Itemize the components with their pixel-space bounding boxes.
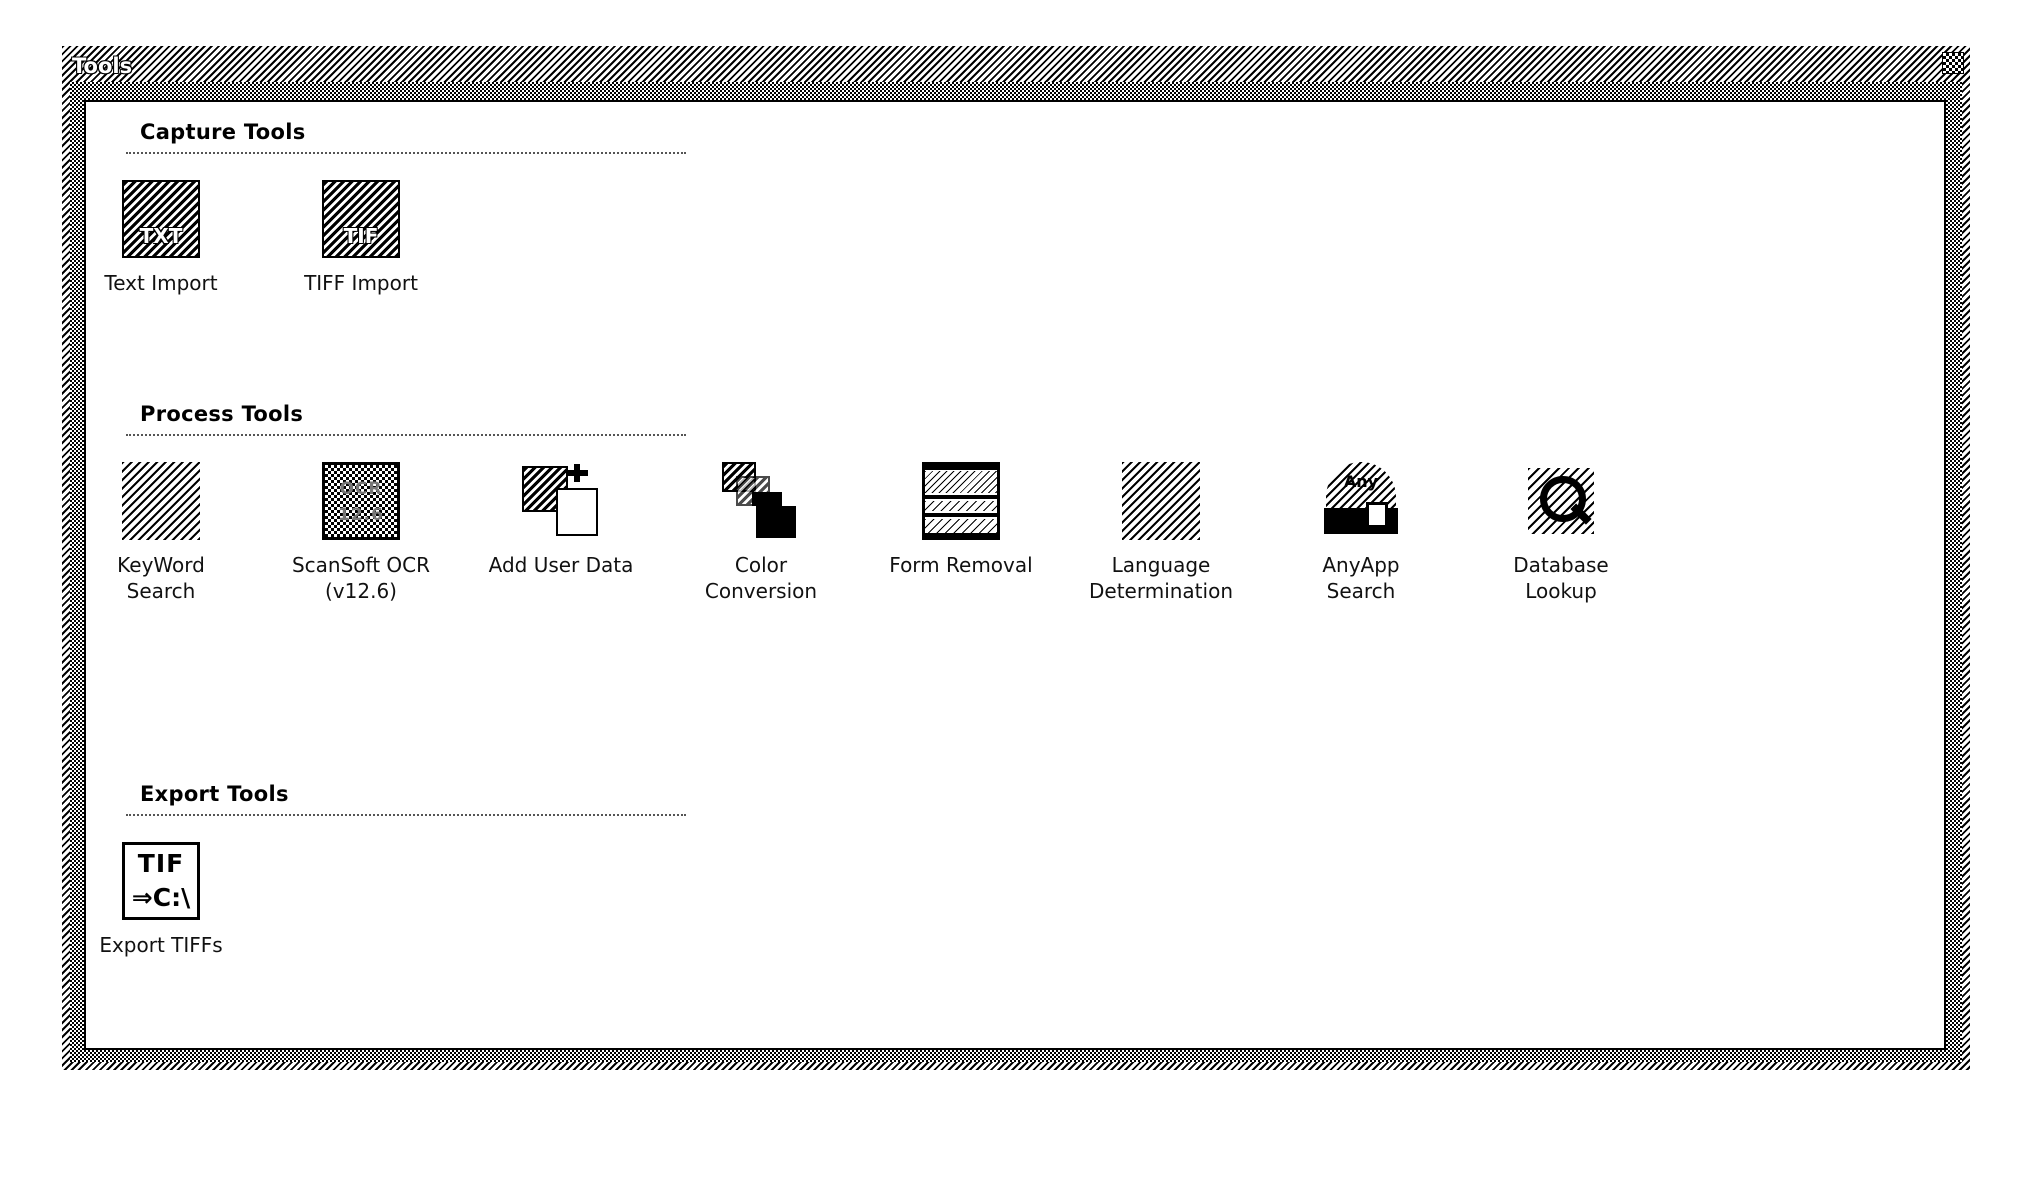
tool-item[interactable]: Database Lookup [1486,462,1636,604]
export-tiffs-icon-glyph-bottom: ⇒C:\ [131,883,191,912]
window-title: Tools [72,54,133,78]
scansoft-ocr-icon-glyph-top: OCR [339,479,383,499]
tool-group-process: Process Tools KeyWord Search OCR 12.6 ScanSo… [86,402,1944,603]
tool-group-capture: Capture Tools TXT Text Import TIF TIFF Impor… [86,120,1944,295]
tools-window: Tools Capture Tools TXT Text Import TIF TIFF… [62,46,1970,1070]
tool-label: TIFF Import [304,271,418,295]
tool-item[interactable]: Add User Data [486,462,636,578]
tool-item[interactable]: Language Determination [1086,462,1236,604]
tool-label: Database Lookup [1513,553,1609,603]
tool-item[interactable]: OCR 12.6 ScanSoft OCR (v12.6) [286,462,436,604]
group-header-capture: Capture Tools [140,120,306,144]
group-rule-capture [126,152,686,154]
form-removal-icon[interactable] [922,462,1000,540]
tool-item[interactable]: TXT Text Import [86,180,236,296]
add-user-data-icon[interactable] [522,462,600,540]
tool-label: AnyApp Search [1322,553,1400,603]
export-tiffs-icon-glyph-top: TIF [137,849,185,878]
tool-label: Add User Data [488,553,634,577]
anyapp-search-icon[interactable]: Any [1322,462,1400,540]
tiff-import-icon[interactable]: TIF [322,180,400,258]
database-lookup-icon[interactable] [1522,462,1600,540]
tool-item[interactable]: TIF ⇒C:\ Export TIFFs [86,842,236,958]
tiff-import-icon-glyph: TIF [343,224,379,248]
tool-label: Form Removal [889,553,1033,577]
group-header-process: Process Tools [140,402,304,426]
color-conversion-icon[interactable] [722,462,800,540]
tool-item[interactable]: Any AnyApp Search [1286,462,1436,604]
text-import-icon-glyph: TXT [139,224,183,248]
tool-label: ScanSoft OCR (v12.6) [291,553,431,603]
tool-item[interactable]: Form Removal [886,462,1036,578]
group-rule-process [126,434,686,436]
anyapp-search-icon-glyph: Any [1343,472,1379,491]
language-determination-icon[interactable] [1122,462,1200,540]
tool-item[interactable]: KeyWord Search [86,462,236,604]
tool-item[interactable]: Color Conversion [686,462,836,604]
tool-label: Color Conversion [704,553,818,603]
tool-label: Language Determination [1088,553,1233,603]
scansoft-ocr-icon[interactable]: OCR 12.6 [322,462,400,540]
keyword-search-icon[interactable] [122,462,200,540]
window-titlebar[interactable]: Tools [62,46,1970,82]
close-icon[interactable] [1942,52,1964,74]
scansoft-ocr-icon-glyph-bottom: 12.6 [338,505,384,525]
export-tiffs-icon[interactable]: TIF ⇒C:\ [122,842,200,920]
tool-item[interactable]: TIF TIFF Import [286,180,436,296]
text-import-icon[interactable]: TXT [122,180,200,258]
tool-label: Text Import [104,271,218,295]
tool-group-export: Export Tools TIF ⇒C:\ Export TIFFs [86,782,1944,957]
group-rule-export [126,814,686,816]
tools-client-area: Capture Tools TXT Text Import TIF TIFF Impor… [84,100,1946,1050]
group-header-export: Export Tools [140,782,289,806]
tool-label: Export TIFFs [99,933,223,957]
tool-label: KeyWord Search [117,553,205,603]
